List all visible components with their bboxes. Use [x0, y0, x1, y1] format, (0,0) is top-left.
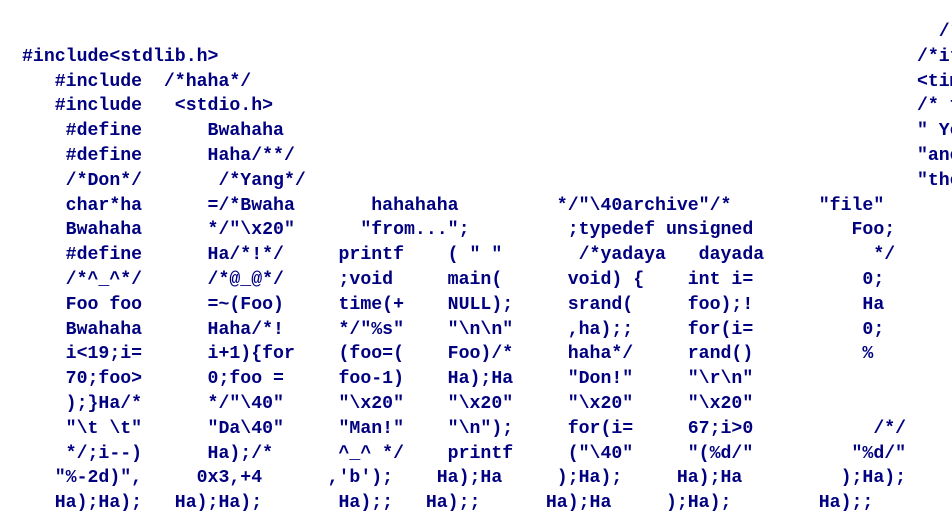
code-line: i<19;i= i+1){for (foo=( Foo)/* haha*/ ra…	[22, 344, 873, 364]
source-code-block: /**/ #include<stdlib.h> /*it's*/ #includ…	[0, 0, 952, 515]
code-line: #include /*haha*/ <time.h>	[22, 72, 952, 92]
code-line: Bwahaha Haha/*! */"%s" "\n\n" ,ha);; for…	[22, 320, 884, 340]
code-line: 70;foo> 0;foo = foo-1) Ha);Ha "Don!" "\r…	[22, 369, 753, 389]
code-line: /*^_^*/ /*@_@*/ ;void main( void) { int …	[22, 270, 884, 290]
code-line: #include<stdlib.h> /*it's*/	[22, 47, 952, 67]
code-line: "\t \t" "Da\40" "Man!" "\n"); for(i= 67;…	[22, 419, 906, 439]
code-line: Ha);Ha); Ha);Ha); Ha);; Ha);; Ha);Ha );H…	[22, 493, 873, 513]
code-line: #define Haha/**/ "ano" \	[22, 146, 952, 166]
code-line: /**/	[22, 22, 952, 42]
code-line: "%-2d)", 0x3,+4 ,'b'); Ha);Ha );Ha); Ha)…	[22, 468, 906, 488]
code-line: );}Ha/* */"\40" "\x20" "\x20" "\x20" "\x…	[22, 394, 753, 414]
code-line: #define Ha/*!*/ printf ( " " /*yadaya da…	[22, 245, 895, 265]
code-line: Foo foo =~(Foo) time(+ NULL); srand( foo…	[22, 295, 884, 315]
code-line: */;i--) Ha);/* ^_^ */ printf ("\40" "(%d…	[22, 444, 906, 464]
code-line: char*ha =/*Bwaha hahahaha */"\40archive"…	[22, 196, 884, 216]
code-line: #include <stdio.h> /* for*/	[22, 96, 952, 116]
code-line: /*Don*/ /*Yang*/ "ther"	[22, 171, 952, 191]
code-line: #define Bwahaha " Yet "	[22, 121, 952, 141]
code-line: Bwahaha */"\x20" "from..."; ;typedef uns…	[22, 220, 895, 240]
